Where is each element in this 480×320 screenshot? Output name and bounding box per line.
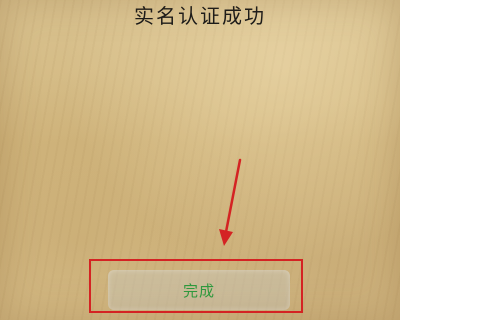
page-title: 实名认证成功 (134, 4, 266, 28)
screen: 实名认证成功 完成 (0, 0, 480, 320)
highlight-box (89, 259, 303, 313)
